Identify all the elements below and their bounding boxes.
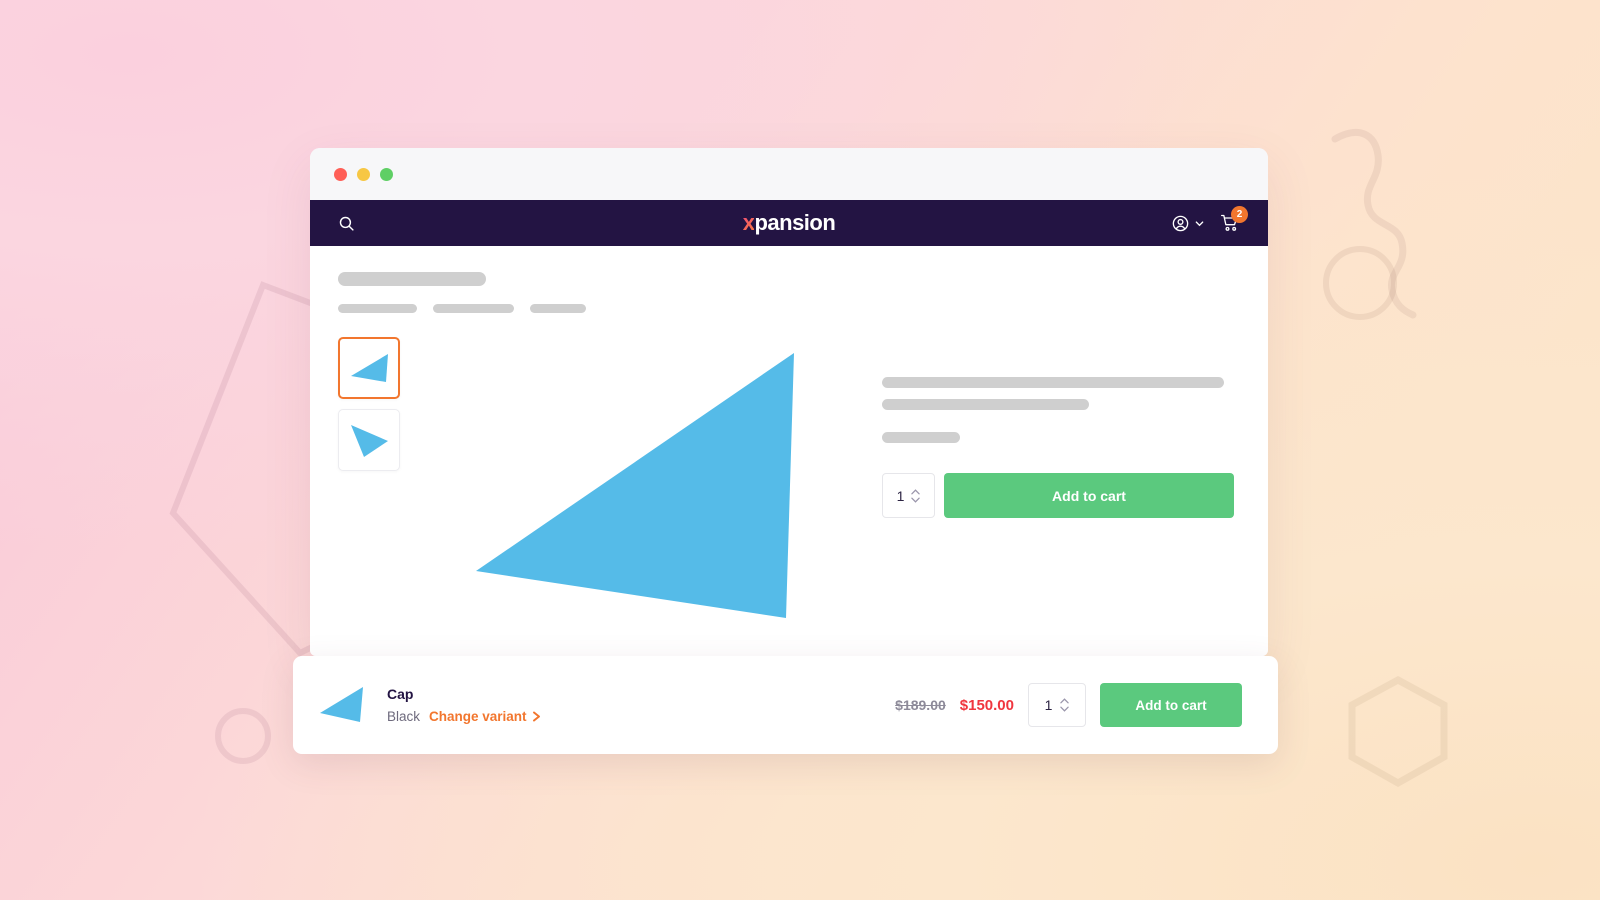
- add-to-cart-button[interactable]: Add to cart: [944, 473, 1234, 518]
- browser-titlebar: [310, 148, 1268, 200]
- breadcrumb-skeleton-item: [433, 304, 514, 313]
- squiggle-decoration: [1331, 128, 1417, 319]
- breadcrumb-skeleton: [338, 304, 1234, 313]
- breadcrumb-skeleton-item: [338, 304, 417, 313]
- change-variant-link[interactable]: Change variant: [429, 709, 541, 724]
- thumbnail-2[interactable]: [338, 409, 400, 471]
- traffic-light-maximize-icon[interactable]: [380, 167, 393, 181]
- logo-text: pansion: [754, 210, 836, 235]
- hexagon-outline-decoration: [1348, 676, 1448, 788]
- chevron-down-icon: [911, 497, 921, 503]
- chevron-up-icon: [1060, 698, 1070, 704]
- sticky-product-name: Cap: [387, 686, 414, 702]
- product-page: 1 Add to cart: [310, 246, 1268, 656]
- sticky-product-thumbnail[interactable]: [315, 682, 369, 728]
- triangle-placeholder-icon: [320, 687, 363, 722]
- chevron-right-icon: [533, 711, 541, 722]
- description-skeleton-line: [882, 377, 1224, 388]
- description-skeleton-line: [882, 399, 1089, 410]
- cart-button[interactable]: 2: [1220, 206, 1248, 233]
- site-navbar: xpansion 2: [310, 200, 1268, 246]
- chevron-up-icon: [911, 488, 921, 494]
- chevron-down-icon: [1060, 706, 1070, 712]
- sticky-add-to-cart-bar: Cap Black Change variant $189.00 $150.00…: [293, 656, 1278, 754]
- product-info-panel: 1 Add to cart: [882, 337, 1234, 656]
- change-variant-label: Change variant: [429, 709, 527, 724]
- sticky-stepper-arrows[interactable]: [1060, 698, 1070, 712]
- hero-image[interactable]: [400, 337, 882, 656]
- stepper-arrows[interactable]: [911, 488, 921, 503]
- thumbnail-1[interactable]: [338, 337, 400, 399]
- page-title-skeleton: [338, 272, 486, 286]
- traffic-light-minimize-icon[interactable]: [357, 167, 370, 181]
- sticky-variant-label: Black: [387, 709, 421, 724]
- traffic-light-close-icon[interactable]: [334, 167, 347, 181]
- triangle-left-placeholder-icon: [351, 354, 388, 382]
- account-menu[interactable]: [1171, 214, 1204, 233]
- thumbnail-gallery: [338, 337, 400, 656]
- logo-accent-letter: x: [742, 210, 755, 235]
- breadcrumb-skeleton-item: [530, 304, 586, 313]
- triangle-placeholder-image: [476, 353, 794, 618]
- triangle-right-placeholder-icon: [351, 425, 388, 457]
- circle-outline-decoration-left: [215, 708, 271, 764]
- sticky-quantity-stepper[interactable]: 1: [1028, 683, 1086, 727]
- sale-price: $150.00: [959, 696, 1014, 714]
- cart-badge: 2: [1231, 206, 1248, 223]
- site-logo[interactable]: xpansion: [310, 210, 1268, 236]
- sticky-add-to-cart-button[interactable]: Add to cart: [1100, 683, 1242, 727]
- chevron-down-icon: [1195, 220, 1204, 226]
- browser-window: xpansion 2 1 Add to cart: [310, 148, 1268, 656]
- circle-outline-decoration-right: [1323, 246, 1397, 320]
- original-price: $189.00: [895, 697, 946, 713]
- sticky-quantity-value: 1: [1044, 697, 1053, 713]
